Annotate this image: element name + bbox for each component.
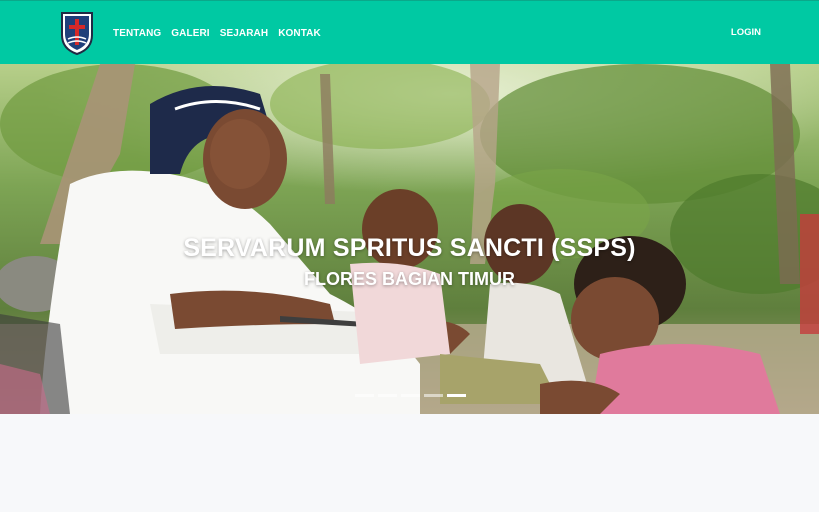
login-link[interactable]: LOGIN <box>731 27 761 39</box>
nav-kontak[interactable]: KONTAK <box>278 28 321 40</box>
hero-title: SERVARUM SPRITUS SANCTI (SSPS) <box>183 233 636 262</box>
nav-tentang[interactable]: TENTANG <box>113 28 161 40</box>
logo-link[interactable] <box>60 11 94 56</box>
carousel-indicator-1[interactable] <box>355 394 374 397</box>
main-content <box>0 414 819 512</box>
top-navbar: TENTANG GALERI SEJARAH KONTAK LOGIN <box>0 0 819 64</box>
carousel-indicator-5[interactable] <box>447 394 466 397</box>
carousel-indicator-4[interactable] <box>424 394 443 397</box>
main-nav: TENTANG GALERI SEJARAH KONTAK <box>113 28 321 40</box>
shield-cross-icon <box>61 12 93 56</box>
carousel-indicators <box>355 394 466 397</box>
hero-carousel[interactable]: SERVARUM SPRITUS SANCTI (SSPS) FLORES BA… <box>0 64 819 414</box>
hero-subtitle: FLORES BAGIAN TIMUR <box>304 268 515 289</box>
carousel-indicator-2[interactable] <box>378 394 397 397</box>
carousel-indicator-3[interactable] <box>401 394 420 397</box>
nav-galeri[interactable]: GALERI <box>171 28 209 40</box>
nav-sejarah[interactable]: SEJARAH <box>220 28 269 40</box>
page: TENTANG GALERI SEJARAH KONTAK LOGIN SERV… <box>0 0 819 512</box>
